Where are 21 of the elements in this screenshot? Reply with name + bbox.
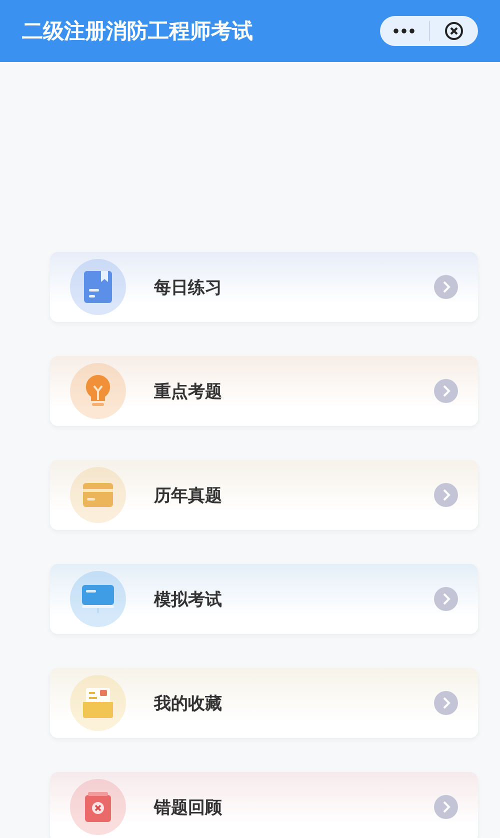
chevron-right-icon: [434, 275, 458, 299]
chevron-right-icon: [434, 795, 458, 819]
chevron-right-icon: [434, 587, 458, 611]
window-title: 二级注册消防工程师考试: [22, 18, 253, 45]
monitor-icon: [81, 584, 115, 614]
menu-card[interactable]: 模拟考试: [50, 564, 478, 634]
chevron-right-icon: [434, 691, 458, 715]
folder-icon: [82, 482, 114, 508]
menu-card[interactable]: 重点考题: [50, 356, 478, 426]
more-icon: [393, 28, 416, 34]
menu-card[interactable]: 历年真题: [50, 460, 478, 530]
menu-card[interactable]: 我的收藏: [50, 668, 478, 738]
close-icon: [444, 21, 464, 41]
envelope-tray-icon: [82, 687, 114, 719]
bag-error-icon: [84, 791, 112, 823]
book-icon: [83, 270, 113, 304]
menu-card[interactable]: 每日练习: [50, 252, 478, 322]
chevron-right-icon: [434, 379, 458, 403]
light-bulb-icon: [85, 374, 111, 408]
chevron-right-icon: [434, 483, 458, 507]
menu-card[interactable]: 错题回顾: [50, 772, 478, 838]
